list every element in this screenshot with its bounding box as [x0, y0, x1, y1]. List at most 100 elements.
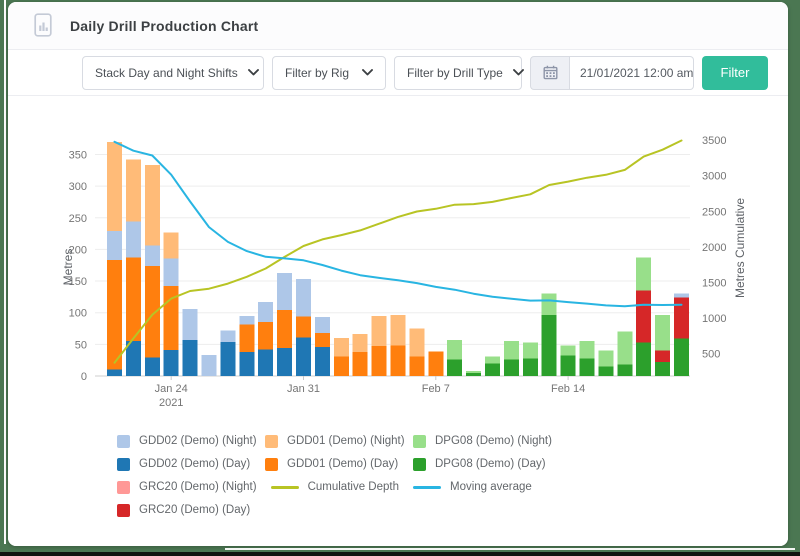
bar-segment-gdd01_night [352, 334, 368, 352]
bottom-edge [0, 552, 800, 556]
bar-segment-gdd01_day [371, 346, 387, 376]
gdd02_night-swatch [117, 434, 130, 448]
bar-segment-gdd02_day [296, 337, 311, 376]
legend-item-moving_avg[interactable]: Moving average [412, 481, 532, 493]
drill-type-filter-select-value: Filter by Drill Type [407, 65, 503, 80]
bar-segment-dpg08_night [579, 341, 595, 359]
bar-segment-grc20_day [674, 297, 689, 339]
rig-filter-select[interactable]: Filter by Rig [272, 55, 386, 90]
bar-segment-grc20_day [655, 350, 671, 363]
chart-canvas: 0501001502002503003505001000150020002500… [61, 135, 747, 409]
grc20_day-swatch [117, 503, 130, 517]
bar-segment-dpg08_night [655, 315, 671, 351]
bar-segment-gdd01_night [371, 315, 387, 347]
bar-segment-dpg08_day [674, 338, 689, 376]
cumulative-swatch [270, 485, 299, 489]
rig-filter-select-value: Filter by Rig [285, 65, 350, 80]
bar-segment-dpg08_day [579, 358, 595, 376]
legend-label: DPG08 (Demo) (Night) [435, 435, 552, 447]
report-document-icon [32, 12, 54, 39]
bar-segment-dpg08_night [617, 331, 633, 365]
bar-segment-dpg08_day [447, 359, 463, 376]
bar-segment-gdd01_day [258, 322, 274, 350]
dpg08_night-swatch [413, 434, 426, 448]
bar-segment-dpg08_day [485, 363, 500, 376]
bar-segment-gdd01_day [428, 351, 444, 376]
bar-segment-gdd01_day [409, 356, 425, 376]
chevron-down-icon [512, 69, 524, 76]
legend-item-dpg08_night[interactable]: DPG08 (Demo) (Night) [413, 434, 561, 448]
bar-segment-gdd02_day [314, 346, 330, 376]
bar-segment-gdd02_day [107, 369, 122, 376]
y-axis-right-tick-label: 2000 [702, 242, 726, 254]
bar-segment-gdd01_night [125, 159, 141, 222]
drill-type-filter-select[interactable]: Filter by Drill Type [394, 55, 524, 90]
x-axis-tick-label: Feb 7 [422, 383, 450, 395]
y-axis-right-tick-label: 3500 [702, 135, 726, 147]
bar-segment-gdd01_day [314, 332, 330, 347]
legend-item-grc20_day[interactable]: GRC20 (Demo) (Day) [117, 503, 250, 517]
date-range-picker[interactable]: 21/01/2021 12:00 am - [530, 55, 694, 90]
y-axis-right-tick-label: 2500 [702, 206, 726, 218]
chart-area: 0 50 100 150 200 250 300 350 500 1000 1500 2000 2500… [8, 96, 788, 546]
x-axis-tick-label: Jan 31 [287, 383, 320, 395]
bar-segment-gdd02_day [182, 339, 198, 376]
bar-segment-dpg08_night [598, 350, 614, 367]
legend-row: GDD02 (Demo) (Night) GDD01 (Demo) (Night)… [117, 433, 561, 449]
bar-segment-dpg08_night [447, 339, 463, 360]
bar-segment-gdd01_day [239, 324, 255, 352]
bar-segment-gdd02_night [144, 245, 160, 266]
legend-item-grc20_night[interactable]: GRC20 (Demo) (Night) [117, 480, 257, 494]
bar-segment-gdd01_night [144, 165, 160, 246]
legend-item-gdd02_day[interactable]: GDD02 (Demo) (Day) [117, 457, 265, 471]
bar-segment-gdd01_day [277, 310, 293, 349]
date-range-value: 21/01/2021 12:00 am - [570, 55, 694, 90]
bar-segment-gdd01_night [163, 232, 179, 259]
bar-segment-dpg08_day [503, 359, 519, 376]
bar-segment-dpg08_day [636, 342, 652, 376]
dpg08_day-swatch [413, 457, 426, 471]
bar-segment-gdd01_day [296, 316, 311, 338]
legend-item-cumulative[interactable]: Cumulative Depth [270, 481, 399, 493]
grc20_night-swatch [117, 480, 130, 494]
bar-segment-dpg08_day [598, 366, 614, 376]
bar-segment-gdd01_night [409, 328, 425, 357]
moving_avg-swatch [412, 485, 441, 489]
gdd02_day-swatch [117, 457, 130, 471]
bar-segment-gdd02_day [163, 350, 179, 376]
bar-segment-gdd02_night [182, 308, 198, 340]
bottom-divider-line [225, 548, 795, 550]
legend-label: GDD02 (Demo) (Day) [139, 458, 251, 470]
legend-label: GDD02 (Demo) (Night) [139, 435, 257, 447]
stack-shifts-select-value: Stack Day and Night Shifts [95, 65, 238, 80]
legend-item-dpg08_day[interactable]: DPG08 (Demo) (Day) [413, 457, 561, 471]
legend-label: Cumulative Depth [307, 481, 399, 493]
bar-segment-dpg08_day [655, 362, 671, 376]
bar-segment-gdd02_night [674, 293, 689, 298]
bar-segment-gdd02_day [144, 357, 160, 376]
filter-button[interactable]: Filter [702, 55, 768, 90]
bar-segment-gdd01_day [333, 356, 349, 376]
legend-label: DPG08 (Demo) (Day) [435, 458, 546, 470]
bar-segment-gdd01_day [144, 265, 160, 358]
bar-segment-gdd02_night [258, 301, 274, 323]
y-axis-left-tick-label: 250 [69, 213, 87, 225]
y-axis-right-tick-label: 500 [702, 348, 720, 360]
legend-item-gdd01_night[interactable]: GDD01 (Demo) (Night) [265, 434, 413, 448]
calendar-icon[interactable] [530, 55, 570, 90]
bar-segment-gdd02_day [277, 348, 293, 376]
bar-segment-gdd02_night [314, 317, 330, 333]
stack-shifts-select[interactable]: Stack Day and Night Shifts [82, 55, 264, 90]
bar-segment-dpg08_night [466, 370, 482, 373]
legend-label: GDD01 (Demo) (Day) [287, 458, 399, 470]
bar-segment-gdd01_night [390, 315, 406, 346]
page-title: Daily Drill Production Chart [70, 17, 259, 34]
legend-item-gdd01_day[interactable]: GDD01 (Demo) (Day) [265, 457, 413, 471]
bar-segment-dpg08_night [503, 341, 519, 360]
bar-segment-dpg08_night [522, 342, 538, 359]
legend-item-gdd02_night[interactable]: GDD02 (Demo) (Night) [117, 434, 265, 448]
y-axis-left-title: Metres [61, 249, 75, 286]
bar-segment-dpg08_day [541, 315, 557, 376]
bar-segment-gdd02_night [201, 355, 217, 376]
legend-label: GDD01 (Demo) (Night) [287, 435, 405, 447]
